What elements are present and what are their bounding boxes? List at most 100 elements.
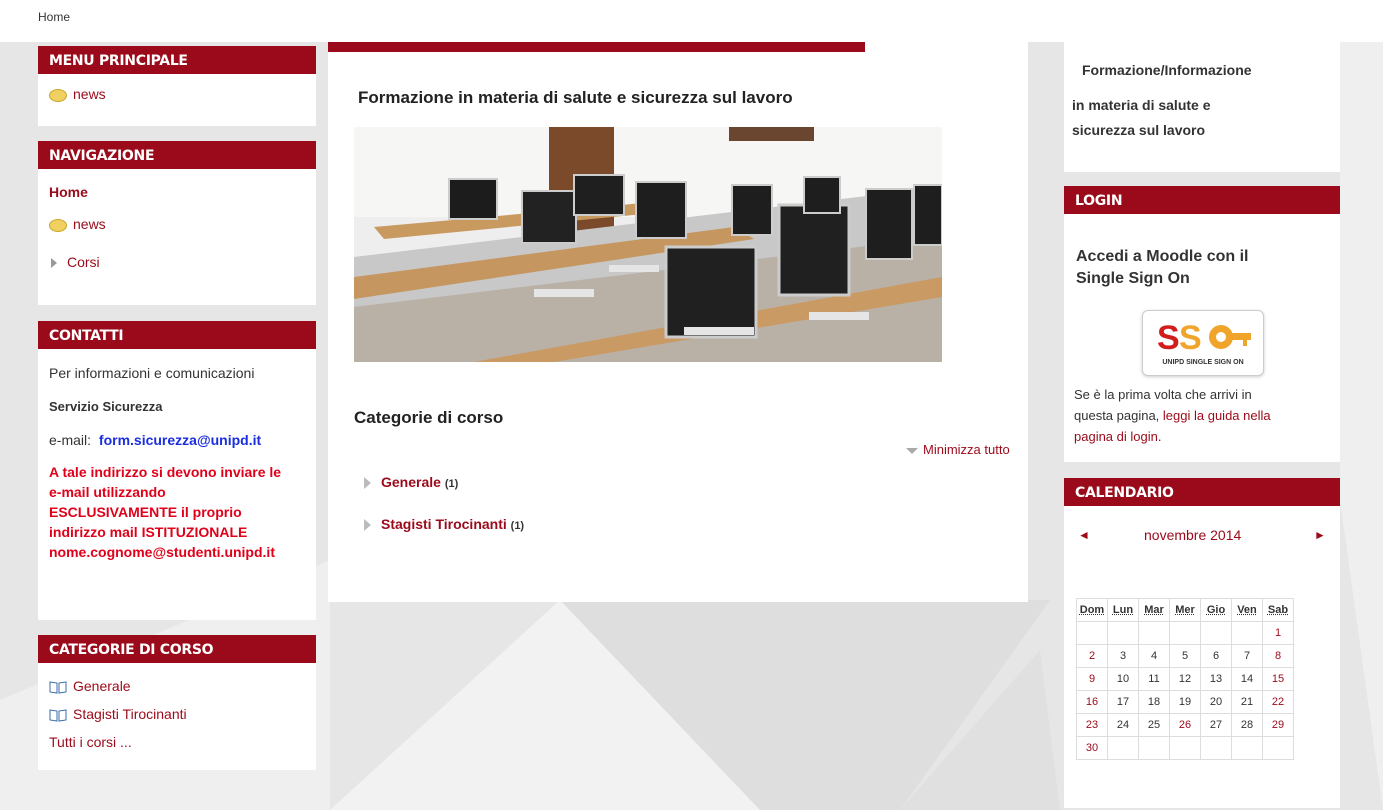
- calendar-day-cell[interactable]: 10: [1107, 667, 1139, 691]
- menu-principale-block: MENU PRINCIPALE news: [38, 46, 316, 126]
- calendario-title: CALENDARIO: [1064, 478, 1340, 506]
- book-icon: [49, 709, 67, 722]
- contatti-block: CONTATTI Per informazioni e comunicazion…: [38, 321, 316, 620]
- calendar-week-row: 30: [1076, 736, 1294, 760]
- expand-arrow-icon: [364, 477, 371, 490]
- right-info-line2: in materia di salute e: [1072, 97, 1211, 113]
- menu-principale-title: MENU PRINCIPALE: [38, 46, 316, 74]
- svg-text:S: S: [1179, 319, 1202, 357]
- calendar-empty-cell: [1138, 736, 1170, 760]
- sso-logo-icon: S S: [1157, 319, 1251, 357]
- calendar-week-row: 1: [1076, 621, 1294, 645]
- calendar-week-row: 23 24 25 26 27 28 29: [1076, 713, 1294, 737]
- menu-news-link[interactable]: news: [49, 86, 106, 102]
- calendar-day-cell[interactable]: 18: [1138, 690, 1170, 714]
- calendar-empty-cell: [1169, 621, 1201, 645]
- calendar-day-cell[interactable]: 21: [1231, 690, 1263, 714]
- calendar-day-cell[interactable]: 15: [1262, 667, 1294, 691]
- sso-logo-caption: UNIPD SINGLE SIGN ON: [1162, 359, 1244, 366]
- calendar-empty-cell: [1138, 621, 1170, 645]
- category-link-stagisti[interactable]: Stagisti Tirocinanti: [49, 705, 305, 723]
- email-label: e-mail:: [49, 432, 92, 448]
- categories-heading: Categorie di corso: [354, 408, 504, 427]
- calendar-day-header: Sab: [1262, 598, 1294, 622]
- calendar-next-button[interactable]: ►: [1314, 528, 1326, 542]
- calendar-day-cell[interactable]: 22: [1262, 690, 1294, 714]
- calendar-day-cell[interactable]: 13: [1200, 667, 1232, 691]
- calendar-day-cell[interactable]: 23: [1076, 713, 1108, 737]
- right-info-line1: Formazione/Informazione: [1082, 62, 1252, 78]
- guide-link[interactable]: leggi la guida nella: [1163, 408, 1271, 423]
- categorie-block: CATEGORIE DI CORSO Generale Stagisti Tir…: [38, 635, 316, 770]
- calendar-day-cell[interactable]: 20: [1200, 690, 1232, 714]
- calendar-day-cell[interactable]: 12: [1169, 667, 1201, 691]
- speech-bubble-icon: [49, 218, 67, 232]
- calendar-table: Dom Lun Mar Mer Gio Ven Sab 1 2 3 4 5 6 7 8 9 10 1…: [1076, 598, 1294, 760]
- login-page-link[interactable]: pagina di login: [1074, 429, 1158, 444]
- calendar-day-cell[interactable]: 24: [1107, 713, 1139, 737]
- calendar-empty-cell: [1231, 736, 1263, 760]
- calendar-week-row: 2345678: [1076, 644, 1294, 668]
- categorie-title: CATEGORIE DI CORSO: [38, 635, 316, 663]
- collapse-all-link[interactable]: Minimizza tutto: [906, 442, 1010, 457]
- calendar-empty-cell: [1107, 736, 1139, 760]
- calendar-day-cell[interactable]: 27: [1200, 713, 1232, 737]
- right-info-block: Formazione/Informazione in materia di sa…: [1064, 42, 1340, 172]
- calendar-day-cell[interactable]: 26: [1169, 713, 1201, 737]
- calendar-day-cell[interactable]: 7: [1231, 644, 1263, 668]
- calendar-day-cell[interactable]: 25: [1138, 713, 1170, 737]
- breadcrumb[interactable]: Home: [38, 10, 70, 24]
- login-heading: Accedi a Moodle con il Single Sign On: [1076, 248, 1249, 287]
- email-link[interactable]: form.sicurezza@unipd.it: [99, 432, 261, 448]
- nav-news-link[interactable]: news: [49, 215, 305, 233]
- navigazione-block: NAVIGAZIONE Home news Corsi: [38, 141, 316, 305]
- contatti-info-text: Per informazioni e comunicazioni: [49, 365, 255, 381]
- calendar-month-title[interactable]: novembre 2014: [1144, 527, 1241, 543]
- category-row[interactable]: Stagisti Tirocinanti (1): [364, 516, 524, 532]
- calendar-day-cell[interactable]: 5: [1169, 644, 1201, 668]
- category-row[interactable]: Generale (1): [364, 474, 458, 490]
- calendar-day-header: Ven: [1231, 598, 1263, 622]
- calendar-day-header: Mer: [1169, 598, 1201, 622]
- calendar-day-cell[interactable]: 28: [1231, 713, 1263, 737]
- calendar-day-cell[interactable]: 8: [1262, 644, 1294, 668]
- calendar-day-cell[interactable]: 11: [1138, 667, 1170, 691]
- main-content: Formazione in materia di salute e sicure…: [328, 42, 1028, 602]
- calendar-day-cell[interactable]: 3: [1107, 644, 1139, 668]
- sso-login-button[interactable]: S S UNIPD SINGLE SIGN ON: [1142, 310, 1264, 376]
- all-courses-link[interactable]: Tutti i corsi ...: [49, 733, 305, 751]
- calendar-day-cell[interactable]: 19: [1169, 690, 1201, 714]
- navigazione-title: NAVIGAZIONE: [38, 141, 316, 169]
- calendar-empty-cell: [1200, 736, 1232, 760]
- calendar-day-cell[interactable]: 6: [1200, 644, 1232, 668]
- calendar-day-cell[interactable]: 29: [1262, 713, 1294, 737]
- nav-home-link[interactable]: Home: [49, 183, 305, 201]
- calendar-prev-button[interactable]: ◄: [1078, 528, 1090, 542]
- calendar-day-header: Gio: [1200, 598, 1232, 622]
- expand-arrow-icon: [51, 258, 57, 269]
- calendar-empty-cell: [1107, 621, 1139, 645]
- login-block: LOGIN Accedi a Moodle con il Single Sign…: [1064, 186, 1340, 462]
- calendar-day-cell[interactable]: 14: [1231, 667, 1263, 691]
- servizio-sicurezza: Servizio Sicurezza: [49, 399, 163, 414]
- calendar-week-row: 9 10 11 12 13 14 15: [1076, 667, 1294, 691]
- calendar-day-cell[interactable]: 1: [1262, 621, 1294, 645]
- top-bar: [0, 0, 1383, 42]
- warning-text: A tale indirizzo si devono inviare le e-…: [49, 464, 282, 560]
- calendar-day-cell[interactable]: 17: [1107, 690, 1139, 714]
- classroom-image: [354, 127, 942, 362]
- calendar-day-cell[interactable]: 16: [1076, 690, 1108, 714]
- calendar-day-cell[interactable]: 2: [1076, 644, 1108, 668]
- book-icon: [49, 681, 67, 694]
- calendar-empty-cell: [1200, 621, 1232, 645]
- calendar-empty-cell: [1231, 621, 1263, 645]
- calendar-day-header: Mar: [1138, 598, 1170, 622]
- calendar-day-cell[interactable]: 4: [1138, 644, 1170, 668]
- chevron-down-icon: [906, 447, 918, 454]
- nav-corsi-link[interactable]: Corsi: [49, 253, 305, 271]
- svg-text:S: S: [1157, 319, 1180, 357]
- calendar-day-cell[interactable]: 30: [1076, 736, 1108, 760]
- category-link-generale[interactable]: Generale: [49, 677, 305, 695]
- calendar-day-cell[interactable]: 9: [1076, 667, 1108, 691]
- calendar-empty-cell: [1076, 621, 1108, 645]
